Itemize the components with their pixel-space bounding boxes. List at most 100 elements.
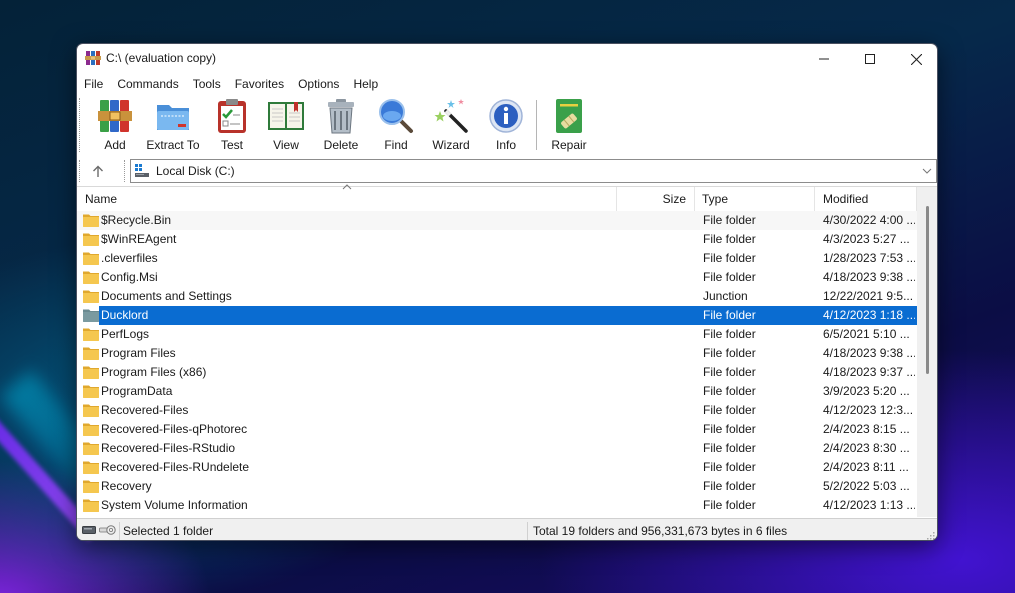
file-type: Junction [703,289,748,303]
menu-options[interactable]: Options [298,77,339,91]
toolbar-separator [536,100,537,150]
menu-favorites[interactable]: Favorites [235,77,284,91]
file-modified: 2/4/2023 8:30 ... [823,441,910,455]
table-row[interactable]: Config.Msi File folder 4/18/2023 9:38 ... [77,268,917,287]
file-type: File folder [703,441,756,455]
menu-bar: File Commands Tools Favorites Options He… [77,74,392,94]
info-button[interactable]: Info [478,97,534,153]
key-icon [99,525,116,535]
table-row[interactable]: PerfLogs File folder 6/5/2021 5:10 ... [77,325,917,344]
file-modified: 4/12/2023 1:18 ... [823,308,915,322]
wizard-button[interactable]: Wizard [423,97,479,153]
status-divider [119,522,120,540]
column-header-modified[interactable]: Modified [815,187,917,211]
table-row[interactable]: ProgramData File folder 3/9/2023 5:20 ... [77,382,917,401]
table-row[interactable]: System Volume Information File folder 4/12… [77,496,917,515]
table-row[interactable]: Recovered-Files-RUndelete File folder 2/4/… [77,458,917,477]
maximize-button[interactable] [847,44,893,74]
delete-button[interactable]: Delete [313,97,369,153]
view-button[interactable]: View [258,97,314,153]
table-row[interactable]: Recovered-Files-RStudio File folder 2/4/20… [77,439,917,458]
file-name: $WinREAgent [101,232,177,246]
chevron-down-icon[interactable] [921,164,933,178]
file-type: File folder [703,422,756,436]
file-modified: 4/18/2023 9:38 ... [823,346,915,360]
table-row[interactable]: Recovered-Files-qPhotorec File folder 2/4/… [77,420,917,439]
up-one-level-button[interactable] [87,160,109,182]
view-label: View [273,138,299,152]
column-header-type[interactable]: Type [695,187,815,211]
status-divider [527,522,528,540]
folder-icon [83,328,99,341]
table-row[interactable]: Recovered-Files File folder 4/12/2023 12:3… [77,401,917,420]
repair-kit-icon [556,99,582,133]
table-row[interactable]: Recovery File folder 5/2/2022 5:03 ... [77,477,917,496]
file-type: File folder [703,213,756,227]
test-label: Test [220,138,243,152]
open-book-icon [268,102,304,130]
table-row[interactable]: Ducklord File folder 4/12/2023 1:18 ... [77,306,917,325]
minimize-icon [819,58,829,60]
file-modified: 3/9/2023 5:20 ... [823,384,910,398]
file-modified: 4/30/2022 4:00 ... [823,213,915,227]
find-button[interactable]: Find [368,97,424,153]
column-modified-label: Modified [823,192,869,206]
menu-file[interactable]: File [84,77,103,91]
resize-grip-icon[interactable] [925,530,935,540]
folder-icon [83,347,99,360]
add-label: Add [104,138,126,152]
column-name-label: Name [85,192,118,206]
file-rows: $Recycle.Bin File folder 4/30/2022 4:00 ..… [77,211,917,515]
folder-icon [83,499,99,512]
add-button[interactable]: Add [87,97,143,153]
list-header: Name Size Type Modified [77,184,917,211]
extract-to-button[interactable]: Extract To [145,97,201,153]
delete-label: Delete [323,138,359,152]
column-header-size[interactable]: Size [617,187,695,211]
close-button[interactable] [893,44,937,74]
menu-commands[interactable]: Commands [117,77,178,91]
file-modified: 4/18/2023 9:38 ... [823,270,915,284]
address-grip[interactable] [79,160,81,182]
address-grip-2[interactable] [124,160,126,182]
table-row[interactable]: $WinREAgent File folder 4/3/2023 5:27 ... [77,230,917,249]
file-type: File folder [703,384,756,398]
file-name: Recovery [101,479,152,493]
drive-icon [135,164,149,177]
column-type-label: Type [702,192,729,206]
column-size-label: Size [662,192,686,206]
folder-icon [83,385,99,398]
file-type: File folder [703,346,756,360]
file-modified: 4/12/2023 1:13 ... [823,498,915,512]
table-row[interactable]: Program Files File folder 4/18/2023 9:38 .… [77,344,917,363]
file-modified: 4/18/2023 9:37 ... [823,365,915,379]
menu-help[interactable]: Help [353,77,378,91]
file-name: $Recycle.Bin [101,213,172,227]
file-name: Recovered-Files-RUndelete [101,460,250,474]
table-row[interactable]: Program Files (x86) File folder 4/18/2023 … [77,363,917,382]
repair-button[interactable]: Repair [541,97,597,153]
vertical-scrollbar[interactable] [917,187,937,517]
test-button[interactable]: Test [204,97,260,153]
file-type: File folder [703,403,756,417]
drive-status-icon [82,526,96,534]
title-bar[interactable]: C:\ (evaluation copy) [77,44,937,74]
file-modified: 2/4/2023 8:11 ... [823,460,909,474]
column-header-name[interactable]: Name [77,184,617,211]
toolbar-grip[interactable] [79,98,81,152]
file-name: System Volume Information [101,498,248,512]
folder-icon [83,290,99,303]
table-row[interactable]: .cleverfiles File folder 1/28/2023 7:53 ..… [77,249,917,268]
folder-icon [83,252,99,265]
wizard-label: Wizard [432,138,470,152]
address-combobox[interactable]: Local Disk (C:) [130,159,937,183]
minimize-button[interactable] [801,44,847,74]
file-name: Ducklord [101,308,149,322]
table-row[interactable]: $Recycle.Bin File folder 4/30/2022 4:00 ..… [77,211,917,230]
file-modified: 6/5/2021 5:10 ... [823,327,910,341]
folder-icon [83,214,99,227]
scrollbar-thumb[interactable] [926,206,929,374]
menu-tools[interactable]: Tools [193,77,221,91]
winrar-app-icon [85,51,101,65]
table-row[interactable]: Documents and Settings Junction 12/22/2021… [77,287,917,306]
